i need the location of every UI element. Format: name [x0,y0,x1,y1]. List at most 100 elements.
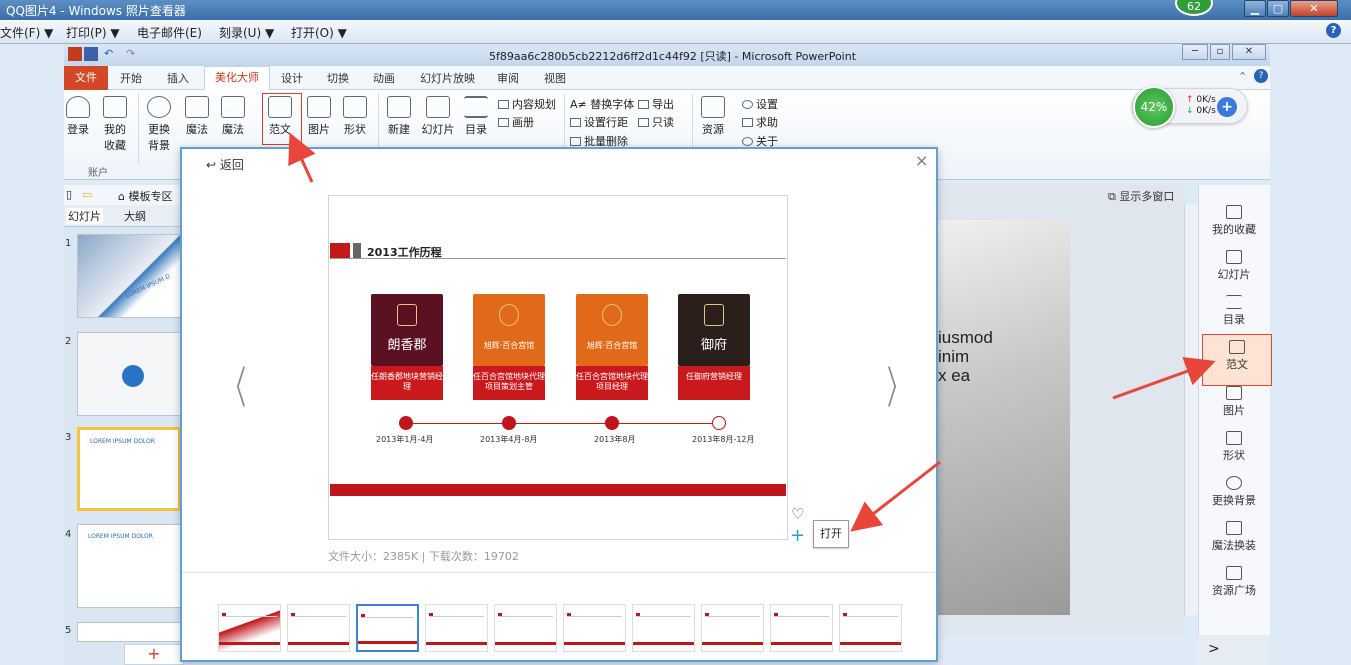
ppt-close-button[interactable]: ✕ [1232,44,1266,60]
show-multi-window-button[interactable]: ⧉ 显示多窗口 [1108,188,1174,204]
line-spacing-button[interactable]: 设置行距 [570,114,628,130]
sidebar-item-favorites[interactable]: 我的收藏 [1198,205,1270,237]
slide-thumb-3[interactable]: LOREM IPSUM DOLOR [77,427,181,511]
expand-icon[interactable]: > [1208,641,1220,657]
content-plan-button[interactable]: 内容规划 [498,96,556,112]
info-icon [742,137,753,146]
refresh-icon [1226,476,1242,490]
ppt-help-icon[interactable]: ? [1254,69,1268,83]
add-icon[interactable]: + [1217,97,1237,117]
template-thumbnail[interactable] [770,604,833,652]
tab-file[interactable]: 文件 [64,66,108,90]
ppt-minimize-button[interactable]: ─ [1182,44,1208,60]
slide-thumb-1[interactable]: LOREM IPSUM D [77,234,181,318]
sidebar-item-toc[interactable]: 目录 [1198,295,1270,327]
tab-view[interactable]: 视图 [544,70,566,86]
tab-animation[interactable]: 动画 [373,70,395,86]
tab-insert[interactable]: 插入 [167,70,189,86]
close-button[interactable]: ✕ [1290,0,1338,17]
magic-button-2[interactable]: 魔法 [218,96,248,137]
menu-burn[interactable]: 刻录(U) ▼ [219,24,274,41]
ppt-maximize-button[interactable]: ▫ [1210,44,1230,60]
login-button[interactable]: 登录 [64,96,92,137]
maximize-button[interactable]: ▢ [1267,0,1289,17]
template-zone[interactable]: ⌂ 模板专区 [118,188,172,204]
sidebar-item-magic[interactable]: 魔法换装 [1198,521,1270,553]
template-thumbnail[interactable] [218,604,281,652]
slide-text-line: inim [938,347,970,366]
redo-icon[interactable]: ↷ [126,47,140,61]
template-thumbnail[interactable] [701,604,764,652]
prev-arrow-icon[interactable]: 〈 [224,352,246,416]
export-button[interactable]: 导出 [638,96,674,112]
template-thumbnail[interactable] [839,604,902,652]
sidebar-item-fanwen[interactable]: 范文 [1202,334,1272,386]
sidebar-item-background[interactable]: 更换背景 [1198,476,1270,508]
album-button[interactable]: 画册 [498,114,534,130]
plus-icon[interactable]: + [790,525,805,546]
settings-button[interactable]: 设置 [742,96,778,112]
tab-slides[interactable]: 幻灯片 [66,208,103,224]
template-thumbnail[interactable] [425,604,488,652]
tab-home[interactable]: 开始 [120,70,142,86]
readonly-button[interactable]: 只读 [638,114,674,130]
timeline-dot [502,416,516,430]
heart-icon[interactable]: ♡ [791,505,804,523]
replace-font-button[interactable]: A≠ 替换字体 [570,96,634,112]
favorites-button[interactable]: 我的 收藏 [100,96,130,153]
preview-footer-bar [330,484,786,496]
ribbon-collapse-icon[interactable]: ⌃ [1238,70,1247,83]
tab-review[interactable]: 审阅 [497,70,519,86]
picture-button[interactable]: 图片 [304,96,334,137]
template-thumbnail[interactable] [494,604,557,652]
menu-file[interactable]: 文件(F) ▼ [0,24,53,41]
help-button[interactable]: 求助 [742,114,778,130]
network-percent[interactable]: 42% [1133,86,1175,128]
shape-button[interactable]: 形状 [340,96,370,137]
back-button[interactable]: ↩ 返回 [206,156,244,173]
sidebar-item-shape[interactable]: 形状 [1198,431,1270,463]
help-icon[interactable]: ? [1326,23,1341,38]
toc-button[interactable]: 目录 [462,96,490,137]
user-icon [66,96,90,118]
file-icon[interactable]: ▯ [66,188,72,201]
undo-icon[interactable]: ↶ [104,47,118,61]
sidebar-item-slides[interactable]: 幻灯片 [1198,250,1270,282]
tab-outline[interactable]: 大纲 [124,208,146,224]
tab-transition[interactable]: 切换 [327,70,349,86]
template-thumbnail[interactable] [632,604,695,652]
heart-box-icon [1226,205,1242,219]
minimize-button[interactable]: ▁ [1244,0,1266,17]
new-button[interactable]: 新建 [384,96,414,137]
add-slide-button[interactable]: + [124,644,184,665]
menu-print[interactable]: 打印(P) ▼ [66,24,120,41]
slides-icon [426,96,450,118]
template-thumbnail[interactable] [356,604,419,652]
change-background-button[interactable]: 更换 背景 [144,96,174,153]
resources-button[interactable]: 资源 [698,96,728,137]
vertical-scrollbar[interactable] [1184,205,1198,615]
slides-button[interactable]: 幻灯片 [420,96,456,137]
folder-icon[interactable]: ▭ [82,188,92,201]
emblem-icon [602,304,622,326]
slide-thumb-5[interactable] [77,622,181,642]
save-icon[interactable] [84,47,98,61]
timeline-date: 2013年4月-8月 [480,435,538,444]
slide-thumb-2[interactable] [77,332,181,416]
template-thumbnail[interactable] [287,604,350,652]
tab-beautify[interactable]: 美化大师 [204,66,270,91]
menu-open[interactable]: 打开(O) ▼ [291,24,347,41]
doc-toolbar: ▯ ▭ ⌂ 模板专区 [64,185,184,205]
template-thumbnail[interactable] [563,604,626,652]
current-slide[interactable] [938,220,1070,615]
open-button[interactable]: 打开 [813,520,849,548]
tab-slideshow[interactable]: 幻灯片放映 [420,70,475,86]
menu-email[interactable]: 电子邮件(E) [137,24,202,41]
sidebar-item-resources[interactable]: 资源广场 [1198,566,1270,598]
next-arrow-icon[interactable]: 〉 [887,352,909,416]
dialog-close-button[interactable]: × [915,151,928,170]
slide-thumb-4[interactable]: LOREM IPSUM DOLOR [77,524,181,608]
magic-button-1[interactable]: 魔法 [182,96,212,137]
tab-design[interactable]: 设计 [281,70,303,86]
sidebar-item-picture[interactable]: 图片 [1198,386,1270,418]
